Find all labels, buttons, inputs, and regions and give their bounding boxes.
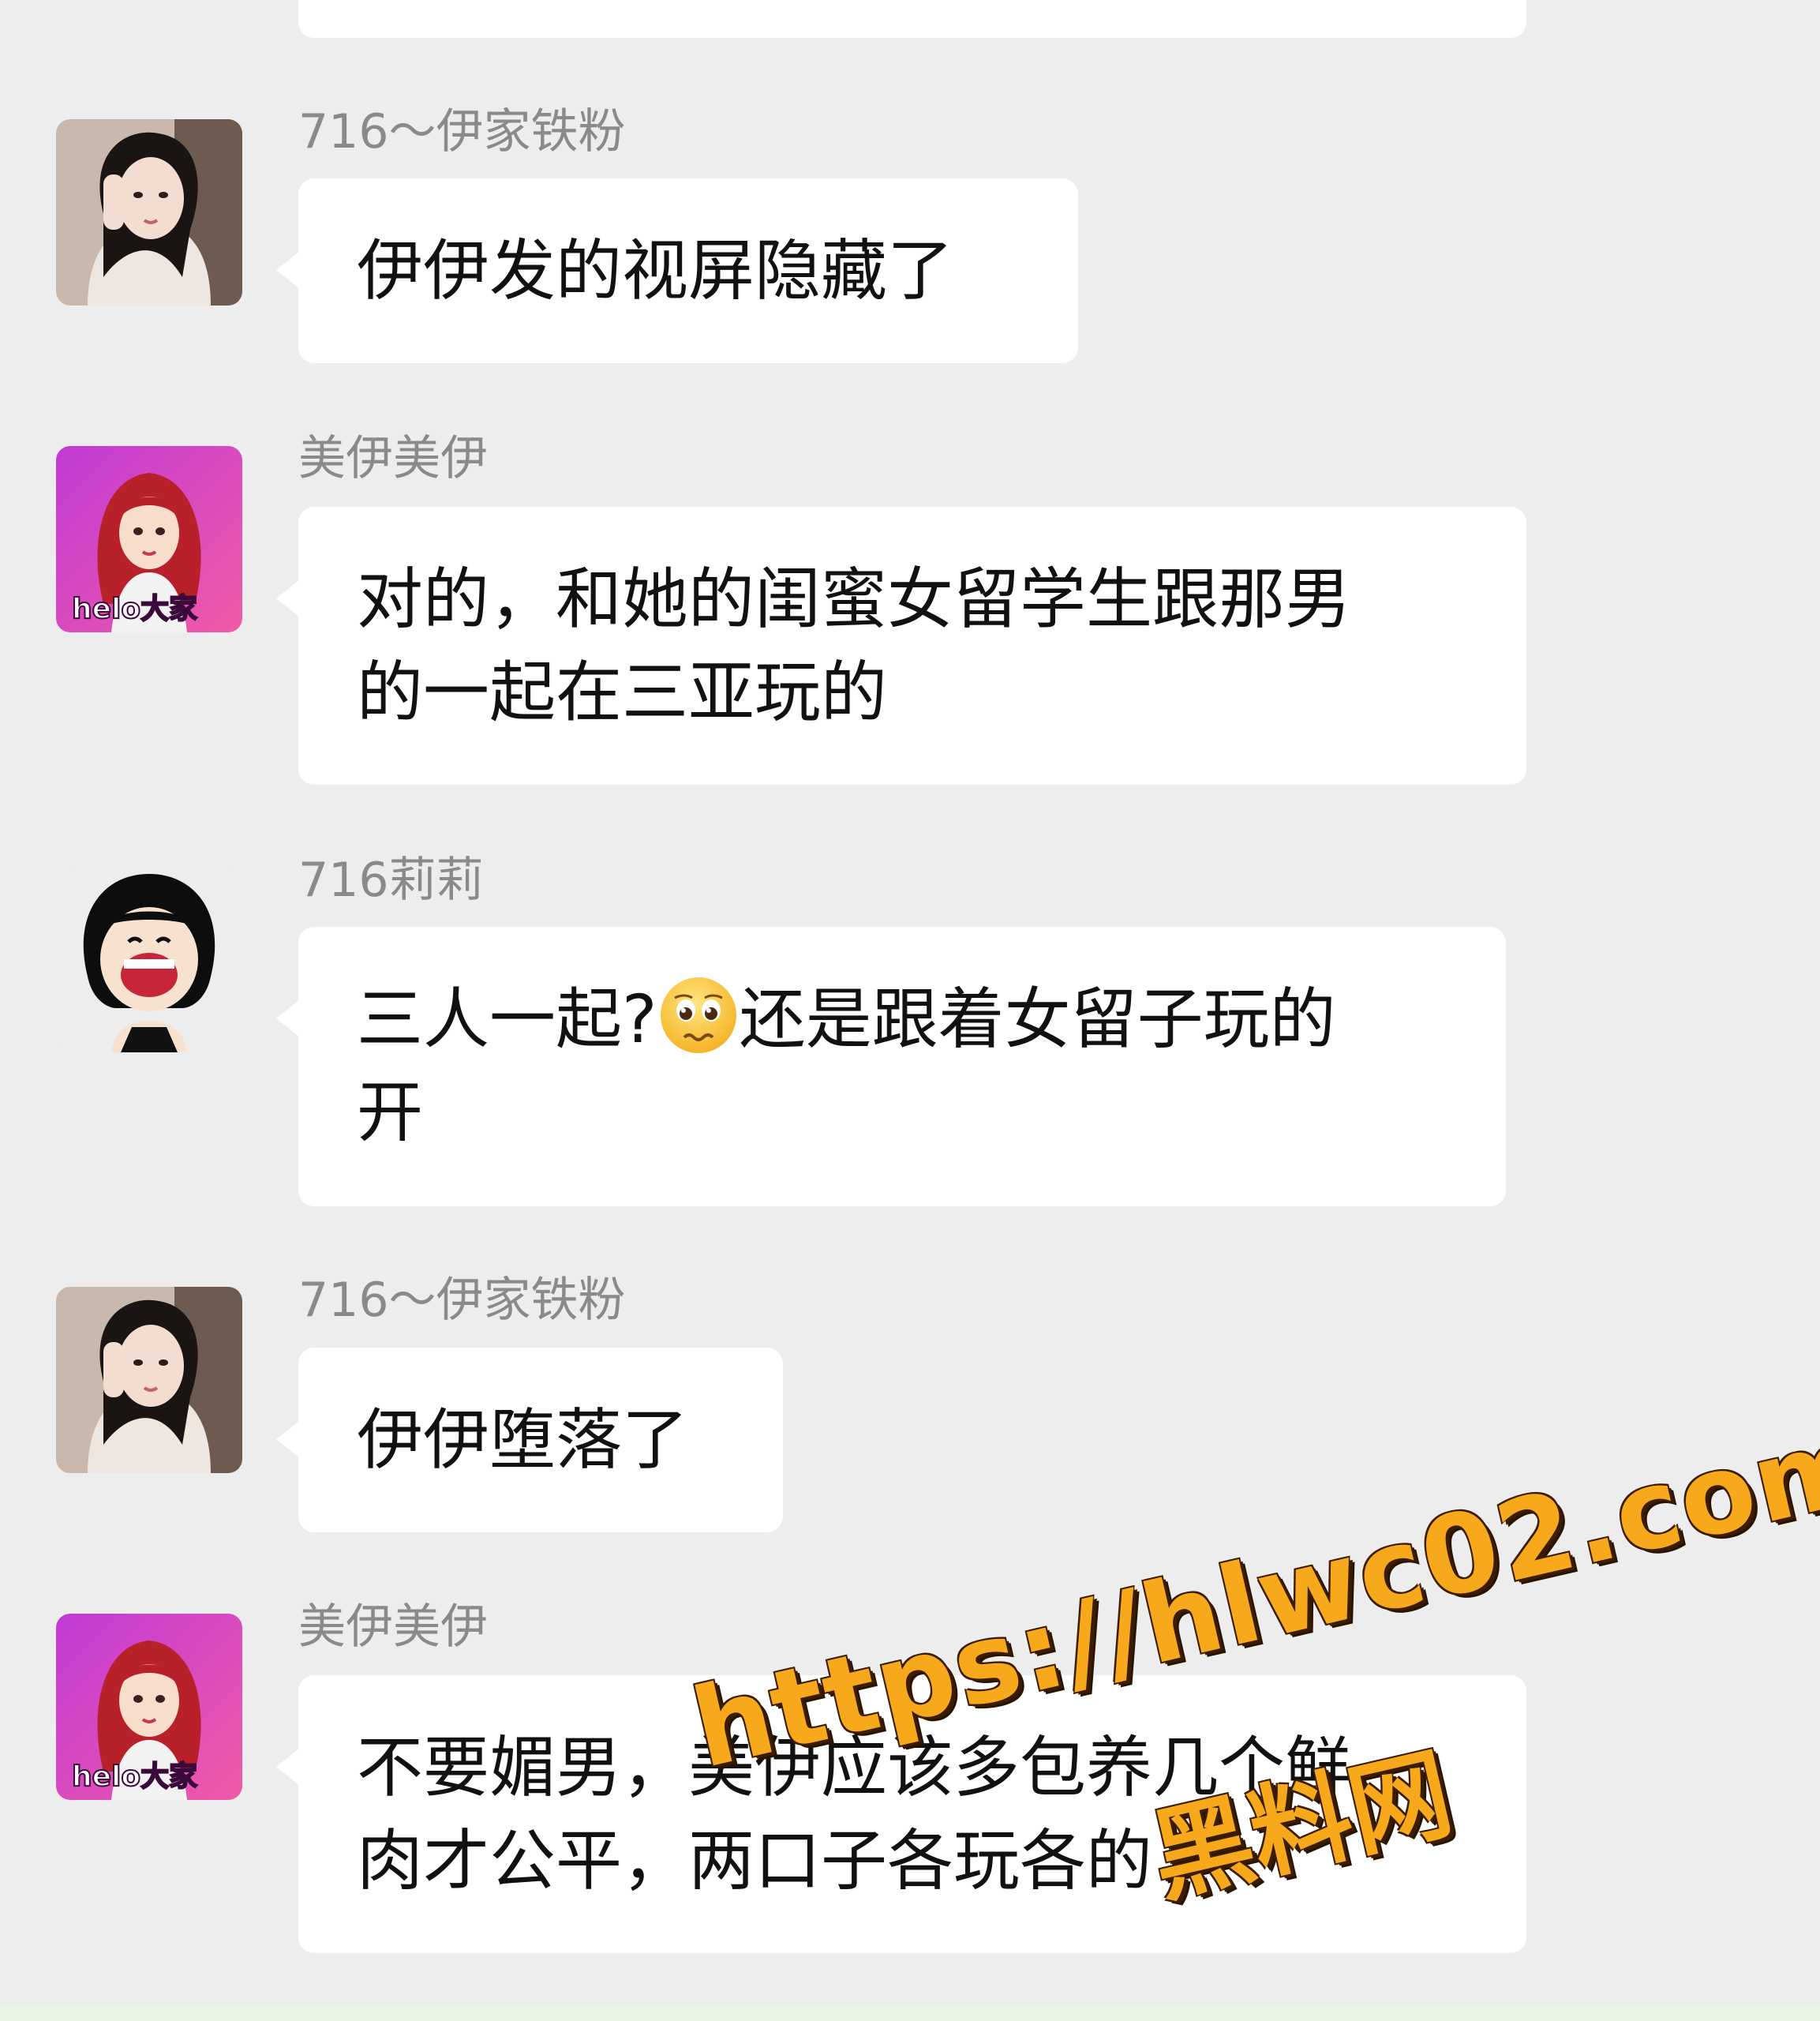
message-text-line: 不要媚男，美伊应该多包养几个鲜 [357,1729,1352,1806]
message-bubble[interactable]: 伊伊发的视屏隐藏了 [276,178,1078,363]
message-text-line: 开 [357,1074,424,1151]
sender-name: 716～伊家铁粉 [298,1273,626,1328]
message-bubble[interactable]: 伊伊堕落了 [276,1348,783,1532]
avatar-caption: helo大家 [72,1760,197,1793]
message-text-line: 的一起在三亚玩的 [357,654,888,731]
message-text-line: 三人一起? 还是跟着女留子玩的 [357,973,1451,1066]
message-bubble[interactable]: 三人一起? 还是跟着女留子玩的 开 [276,927,1506,1206]
photo-avatar-icon [56,119,242,306]
sender-name: 美伊美伊 [298,431,488,486]
message-text: 还是跟着女留子玩的 [739,981,1336,1058]
message-text: 伊伊发的视屏隐藏了 [357,232,954,309]
pleading-face-emoji-icon [657,974,740,1056]
message-text-line: 肉才公平，两口子各玩各的 [357,1822,1153,1899]
message-text: 三人一起? [357,981,657,1058]
message-bubble[interactable]: 对的，和她的闺蜜女留学生跟那男 的一起在三亚玩的 [276,507,1526,785]
avatar-cartoon[interactable]: helo大家 [56,1614,242,1800]
avatar-cartoon[interactable]: helo大家 [56,446,242,632]
cartoon-avatar-red-hair-icon: helo大家 [56,446,242,632]
previous-message-bubble[interactable] [298,0,1526,38]
input-area-edge [0,2005,1820,2021]
sender-name: 716～伊家铁粉 [298,104,626,159]
avatar-photo[interactable] [56,119,242,306]
cartoon-avatar-red-hair-icon: helo大家 [56,1614,242,1800]
sender-name: 美伊美伊 [298,1599,488,1655]
sender-name: 716莉莉 [298,853,484,908]
cartoon-avatar-laughing-icon [56,866,242,1052]
avatar-cartoon-laughing[interactable] [56,866,242,1052]
message-text-line: 对的，和她的闺蜜女留学生跟那男 [357,561,1352,638]
chat-message-list[interactable]: 716～伊家铁粉 伊伊发的视屏隐藏了 helo大家 美伊美伊 对的，和她的闺蜜女… [0,0,1820,2005]
message-text: 伊伊堕落了 [357,1401,689,1479]
avatar-caption: helo大家 [72,593,197,625]
avatar-photo[interactable] [56,1287,242,1473]
message-bubble[interactable]: 不要媚男，美伊应该多包养几个鲜 肉才公平，两口子各玩各的 [276,1675,1526,1953]
photo-avatar-icon [56,1287,242,1473]
